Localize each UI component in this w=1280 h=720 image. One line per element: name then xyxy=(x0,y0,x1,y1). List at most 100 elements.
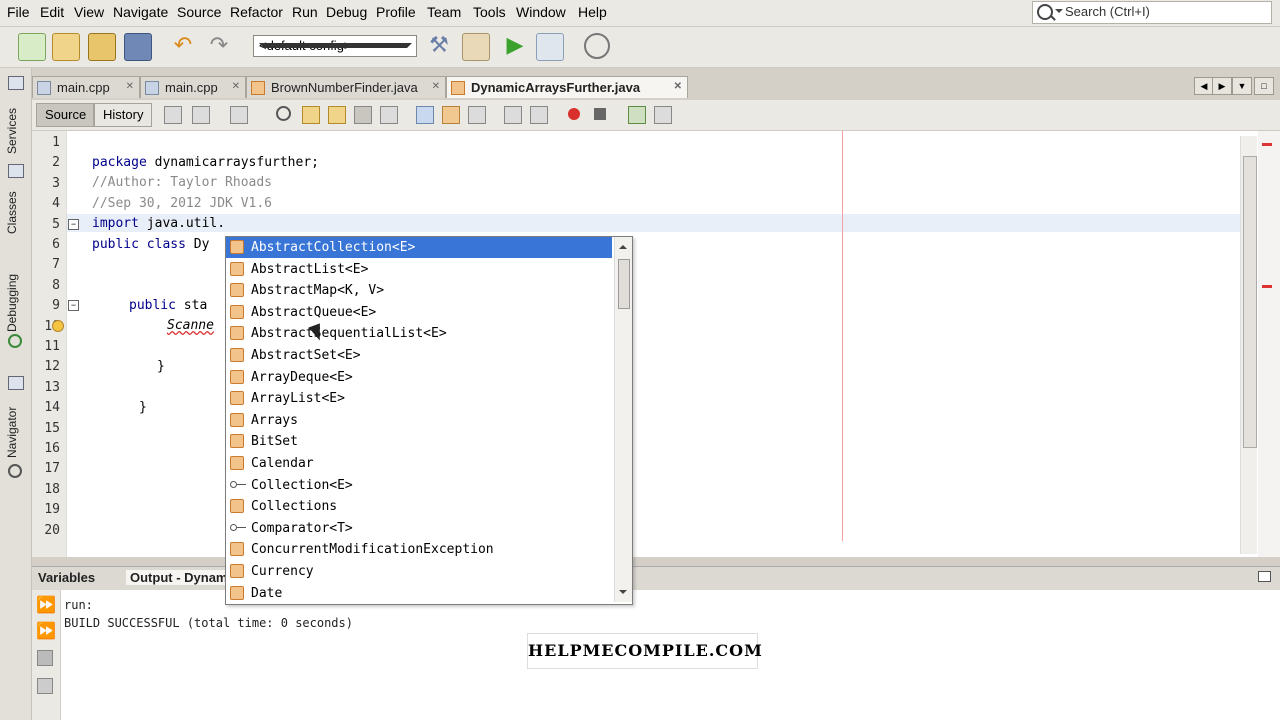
redo-icon[interactable]: ↷ xyxy=(206,33,232,59)
completion-item[interactable]: AbstractQueue<E> xyxy=(226,302,612,323)
completion-item[interactable]: AbstractSequentialList<E> xyxy=(226,323,612,344)
completion-item[interactable]: Collection<E> xyxy=(226,475,612,496)
error-marker[interactable] xyxy=(1262,285,1272,288)
menu-run[interactable]: Run xyxy=(292,4,318,20)
new-file-icon[interactable] xyxy=(18,33,46,61)
tab-main-cpp-2[interactable]: main.cpp ✕ xyxy=(140,76,246,98)
build-hammer-icon[interactable]: ⚒ xyxy=(426,33,452,59)
next-bookmark-icon[interactable] xyxy=(442,106,460,124)
menu-help[interactable]: Help xyxy=(578,4,607,20)
navigator-tab[interactable]: Navigator xyxy=(5,407,19,458)
find-icon[interactable] xyxy=(276,106,291,121)
tab-main-cpp-1[interactable]: main.cpp ✕ xyxy=(32,76,140,98)
completion-item[interactable]: Arrays xyxy=(226,410,612,431)
fold-toggle-icon[interactable]: − xyxy=(68,219,79,230)
undo-icon[interactable]: ↶ xyxy=(170,33,196,59)
menu-window[interactable]: Window xyxy=(516,4,566,20)
menu-file[interactable]: File xyxy=(7,4,30,20)
toggle-bookmark-icon[interactable] xyxy=(468,106,486,124)
close-icon[interactable]: ✕ xyxy=(674,81,682,92)
uncomment-icon[interactable] xyxy=(654,106,672,124)
error-marker[interactable] xyxy=(1262,143,1272,146)
menu-edit[interactable]: Edit xyxy=(40,4,64,20)
record-macro-icon[interactable] xyxy=(568,108,580,120)
completion-item[interactable]: AbstractMap<K, V> xyxy=(226,280,612,301)
prev-bookmark-icon[interactable] xyxy=(416,106,434,124)
scroll-down-icon[interactable] xyxy=(619,590,627,598)
stop-icon[interactable] xyxy=(37,650,53,666)
save-all-icon[interactable] xyxy=(124,33,152,61)
fold-toggle-icon[interactable]: − xyxy=(68,300,79,311)
menu-profile[interactable]: Profile xyxy=(376,4,416,20)
services-tab[interactable]: Services xyxy=(5,108,19,154)
toggle-highlight-icon[interactable] xyxy=(354,106,372,124)
search-box[interactable]: Search (Ctrl+I) xyxy=(1032,1,1272,24)
menu-view[interactable]: View xyxy=(74,4,104,20)
tab-scroll-left-icon[interactable]: ◀ xyxy=(1194,77,1214,95)
forward-icon[interactable] xyxy=(230,106,248,124)
rerun-different-params-icon[interactable]: ⏩ xyxy=(36,621,56,641)
close-icon[interactable]: ✕ xyxy=(232,81,240,92)
maximize-icon[interactable]: □ xyxy=(1254,77,1274,95)
code-completion-popup[interactable]: AbstractCollection<E> AbstractList<E> Abst… xyxy=(225,236,633,605)
editor-scrollbar-thumb[interactable] xyxy=(1243,156,1257,448)
menu-debug[interactable]: Debug xyxy=(326,4,367,20)
tab-list-icon[interactable]: ▼ xyxy=(1232,77,1252,95)
tab-variables[interactable]: Variables xyxy=(38,570,95,585)
source-button[interactable]: Source xyxy=(36,103,94,127)
menu-team[interactable]: Team xyxy=(427,4,461,20)
line-number: 3 xyxy=(52,176,60,191)
menu-refactor[interactable]: Refactor xyxy=(230,4,283,20)
completion-item[interactable]: ArrayDeque<E> xyxy=(226,367,612,388)
minimize-panel-icon[interactable] xyxy=(1258,571,1271,582)
clean-build-icon[interactable] xyxy=(462,33,490,61)
completion-item[interactable]: AbstractList<E> xyxy=(226,259,612,280)
run-icon[interactable]: ▶ xyxy=(502,33,528,59)
tab-brown-number-finder[interactable]: BrownNumberFinder.java ✕ xyxy=(246,76,446,98)
back-icon[interactable] xyxy=(192,106,210,124)
completion-item[interactable]: Comparator<T> xyxy=(226,518,612,539)
toggle-rect-select-icon[interactable] xyxy=(380,106,398,124)
open-project-icon[interactable] xyxy=(88,33,116,61)
new-project-icon[interactable] xyxy=(52,33,80,61)
last-edit-icon[interactable] xyxy=(164,106,182,124)
completion-item[interactable]: Currency xyxy=(226,561,612,582)
completion-scrollbar-thumb[interactable] xyxy=(618,259,630,309)
classes-tab[interactable]: Classes xyxy=(5,191,19,234)
settings-icon[interactable] xyxy=(37,678,53,694)
config-select[interactable]: <default config> xyxy=(253,35,417,57)
tab-output[interactable]: Output - Dynam xyxy=(126,570,232,585)
shift-left-icon[interactable] xyxy=(504,106,522,124)
completion-item[interactable]: Collections xyxy=(226,496,612,517)
completion-scrollbar[interactable] xyxy=(614,237,632,602)
menu-tools[interactable]: Tools xyxy=(473,4,506,20)
scroll-up-icon[interactable] xyxy=(619,241,627,249)
profile-icon[interactable] xyxy=(584,33,610,59)
rerun-icon[interactable]: ⏩ xyxy=(36,595,56,615)
completion-item[interactable]: ArrayList<E> xyxy=(226,388,612,409)
completion-item[interactable]: Date xyxy=(226,583,612,604)
shift-right-icon[interactable] xyxy=(530,106,548,124)
completion-item[interactable]: AbstractCollection<E> xyxy=(226,237,612,258)
close-icon[interactable]: ✕ xyxy=(126,81,134,92)
completion-item[interactable]: AbstractSet<E> xyxy=(226,345,612,366)
lightbulb-hint-icon[interactable] xyxy=(52,320,64,332)
find-prev-icon[interactable] xyxy=(302,106,320,124)
debugging-tab[interactable]: Debugging xyxy=(5,274,19,332)
comment-icon[interactable] xyxy=(628,106,646,124)
editor-scrollbar[interactable] xyxy=(1240,136,1257,554)
tab-dynamic-arrays-further[interactable]: DynamicArraysFurther.java ✕ xyxy=(446,76,688,98)
menu-source[interactable]: Source xyxy=(177,4,221,20)
history-button[interactable]: History xyxy=(94,103,152,127)
code-editor[interactable] xyxy=(32,131,1272,557)
debug-icon[interactable] xyxy=(536,33,564,61)
menu-navigate[interactable]: Navigate xyxy=(113,4,168,20)
stop-macro-icon[interactable] xyxy=(594,108,606,120)
find-next-icon[interactable] xyxy=(328,106,346,124)
tab-scroll-right-icon[interactable]: ▶ xyxy=(1212,77,1232,95)
close-icon[interactable]: ✕ xyxy=(432,81,440,92)
completion-item[interactable]: Calendar xyxy=(226,453,612,474)
completion-item[interactable]: ConcurrentModificationException xyxy=(226,539,612,560)
completion-item[interactable]: BitSet xyxy=(226,431,612,452)
code-line-10: Scanne xyxy=(167,318,214,333)
